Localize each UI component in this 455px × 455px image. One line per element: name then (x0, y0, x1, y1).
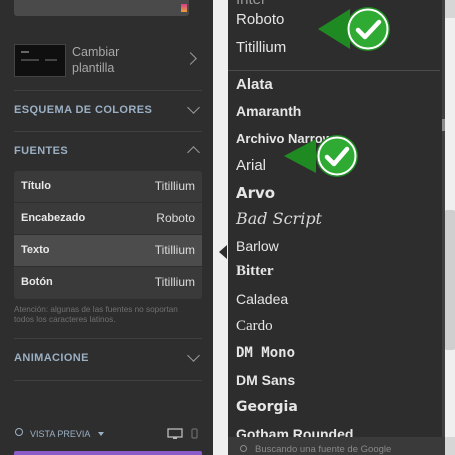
page-scrollbar-thumb[interactable] (445, 210, 455, 350)
divider (14, 131, 202, 132)
divider (228, 70, 440, 71)
font-row-value: Titillium (154, 275, 195, 289)
chevron-down-icon[interactable] (187, 349, 200, 362)
chevron-right-icon (184, 52, 197, 65)
color-accent (181, 4, 187, 12)
divider (14, 338, 202, 339)
checkmark-icon (318, 7, 390, 51)
font-row-button[interactable]: Botón Titillium (14, 267, 202, 298)
font-row-text[interactable]: Texto Titillium (14, 235, 202, 267)
font-row-key: Texto (21, 244, 50, 256)
font-row-key: Título (21, 180, 51, 192)
font-warning-note: Atención: algunas de las fuentes no sopo… (14, 305, 178, 324)
change-template-label: Cambiar plantilla (72, 45, 120, 75)
font-option[interactable]: Alata (236, 76, 273, 93)
font-option[interactable]: Caladea (236, 291, 288, 307)
font-option[interactable]: Bitter (236, 263, 273, 280)
font-row-value: Titillium (154, 243, 195, 257)
page-scrollbar-bottom (445, 437, 455, 455)
section-fonts[interactable]: FUENTES (14, 145, 68, 157)
caret-down-icon (98, 432, 104, 436)
font-row-heading[interactable]: Encabezado Roboto (14, 203, 202, 235)
desktop-icon[interactable] (167, 428, 183, 440)
preview-label: VISTA PREVIA (30, 429, 91, 439)
chevron-down-icon[interactable] (187, 101, 200, 114)
scrollbar-thumb[interactable] (442, 119, 445, 131)
editor-sidebar: Cambiar plantilla ESQUEMA DE COLORES FUE… (0, 0, 213, 455)
font-option[interactable]: Inter (236, 0, 266, 8)
font-dropdown: Inter Roboto Titillium Alata Amaranth Ar… (228, 0, 445, 455)
font-search-bar[interactable]: Buscando una fuente de Google (228, 437, 445, 455)
font-option[interactable]: DM Sans (236, 372, 295, 388)
font-option[interactable]: Amaranth (236, 103, 301, 119)
font-option[interactable]: Arvo (236, 184, 275, 202)
section-color-scheme[interactable]: ESQUEMA DE COLORES (14, 104, 152, 116)
section-animation[interactable]: ANIMACIONE (14, 352, 89, 364)
font-option-recent[interactable]: Titillium (236, 39, 286, 56)
page-scrollbar-top (445, 0, 455, 18)
template-thumbnail (14, 44, 66, 77)
font-option[interactable]: Barlow (236, 238, 279, 254)
divider (14, 90, 202, 91)
fonts-list: Título Titillium Encabezado Roboto Texto… (14, 171, 202, 299)
top-button[interactable] (14, 0, 189, 16)
font-option-recent[interactable]: Roboto (236, 11, 284, 28)
font-row-key: Botón (21, 276, 53, 288)
chevron-up-icon[interactable] (187, 146, 200, 159)
search-icon (240, 445, 247, 452)
font-option[interactable]: Bad Script (236, 209, 322, 228)
font-search-input[interactable]: Buscando una fuente de Google (255, 444, 391, 455)
font-row-value: Roboto (156, 211, 195, 225)
divider (14, 380, 202, 381)
font-option[interactable]: Cardo (236, 318, 273, 335)
font-option[interactable]: Arial (236, 157, 266, 174)
font-option[interactable]: Georgia (236, 399, 298, 415)
font-row-key: Encabezado (21, 212, 86, 224)
mobile-icon[interactable] (191, 428, 199, 440)
checkmark-icon (284, 135, 358, 177)
font-row-title[interactable]: Título Titillium (14, 171, 202, 203)
dropdown-pointer (219, 245, 227, 259)
font-option[interactable]: DM Mono (236, 345, 295, 361)
publish-button[interactable] (14, 451, 202, 455)
change-template-row[interactable]: Cambiar plantilla (14, 42, 204, 78)
font-row-value: Titillium (154, 179, 195, 193)
search-icon (15, 428, 23, 436)
